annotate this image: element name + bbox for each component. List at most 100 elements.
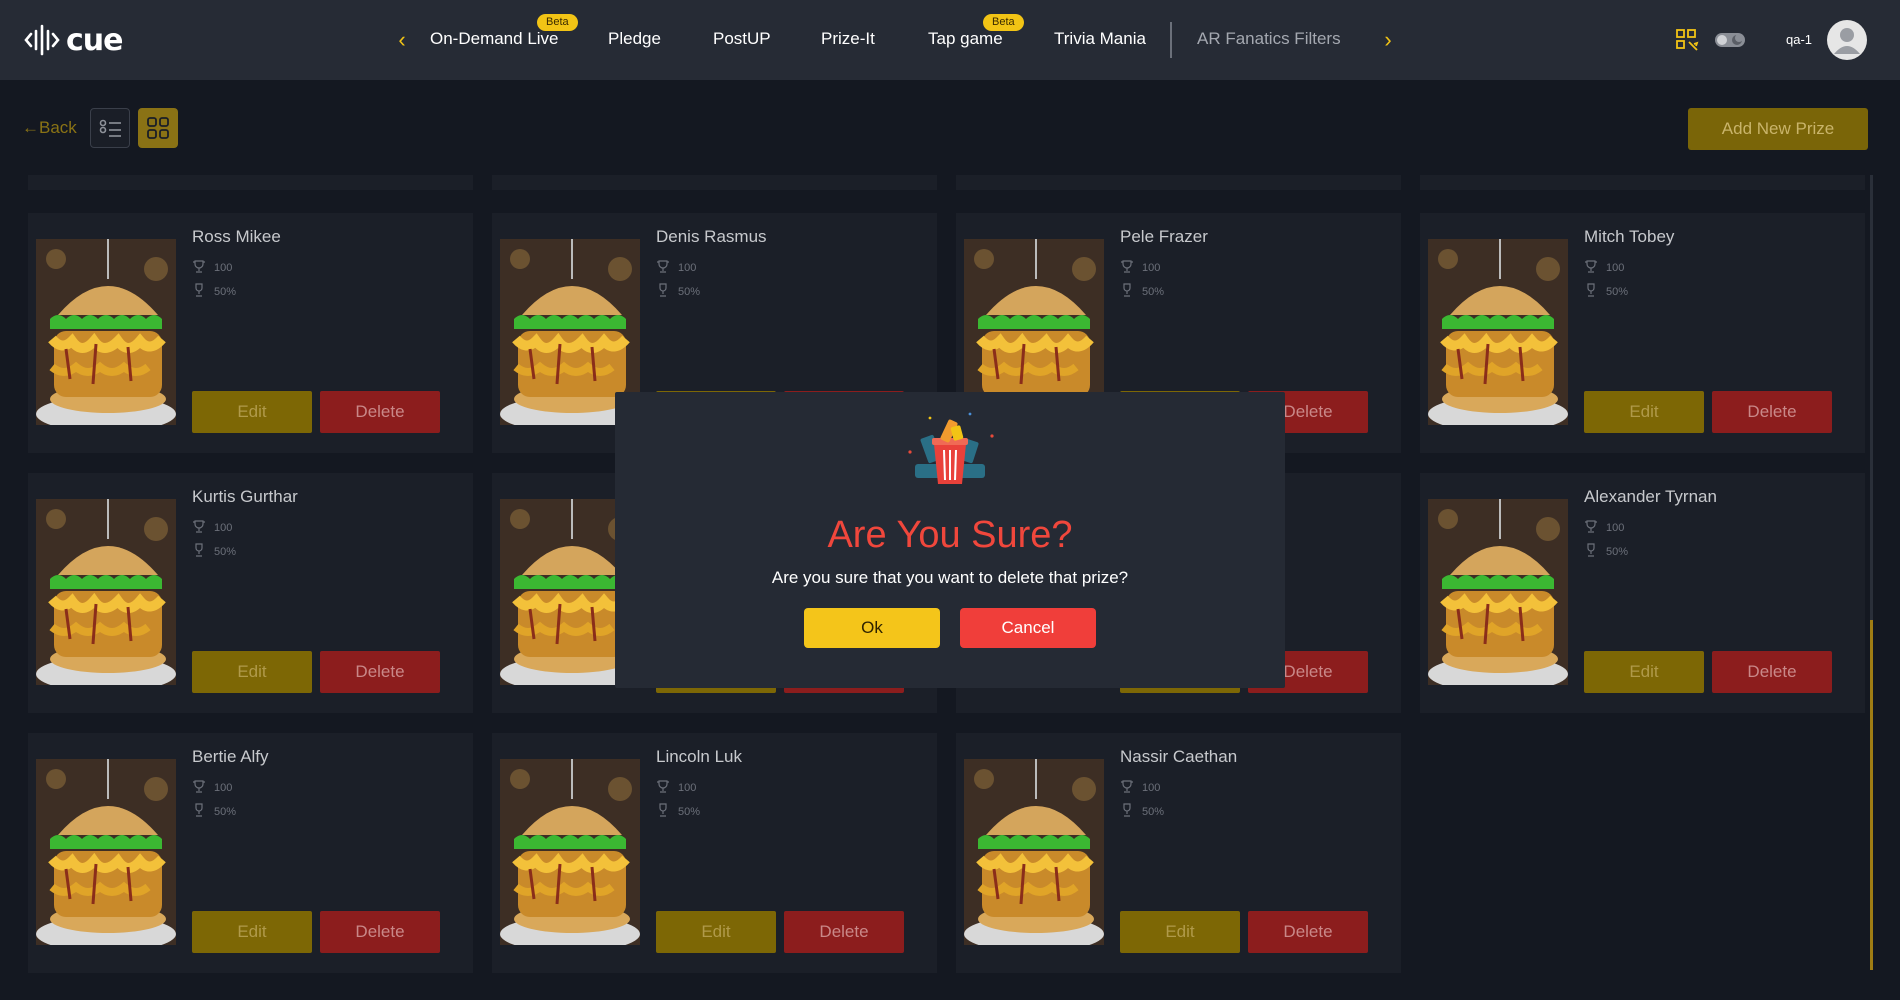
nav-tab-tap-game[interactable]: Tap game: [928, 29, 1003, 49]
logo-waveform-icon: [24, 24, 60, 56]
cancel-button[interactable]: Cancel: [960, 608, 1096, 648]
prize-points: 100: [656, 259, 696, 276]
delete-button[interactable]: Delete: [784, 911, 904, 953]
add-new-prize-button[interactable]: Add New Prize: [1688, 108, 1868, 150]
trophy-icon: [192, 543, 206, 560]
delete-button[interactable]: Delete: [320, 651, 440, 693]
scrollbar-thumb[interactable]: [1870, 620, 1873, 970]
theme-toggle-icon[interactable]: [1714, 28, 1746, 52]
nav-tab-on-demand-live[interactable]: On-Demand Live: [430, 29, 559, 49]
trophy-icon: [656, 283, 670, 300]
beta-badge: Beta: [537, 14, 578, 31]
prize-name: Kurtis Gurthar: [192, 487, 298, 506]
prize-percent: 50%: [1120, 283, 1164, 300]
user-name: qa-1: [1786, 32, 1813, 47]
prize-icon: [192, 259, 206, 276]
edit-button[interactable]: Edit: [192, 911, 312, 953]
prize-points-value: 100: [1606, 261, 1625, 274]
prize-image: [36, 499, 176, 685]
trophy-icon: [1120, 283, 1134, 300]
prize-icon: [1120, 259, 1134, 276]
delete-button[interactable]: Delete: [1248, 911, 1368, 953]
edit-button[interactable]: Edit: [1120, 911, 1240, 953]
prize-points: 100: [192, 519, 232, 536]
ok-button[interactable]: Ok: [804, 608, 940, 648]
cue-logo[interactable]: cue: [24, 22, 123, 58]
edit-button[interactable]: Edit: [656, 911, 776, 953]
prize-points-value: 100: [678, 781, 697, 794]
back-button[interactable]: ←Back: [22, 118, 77, 138]
chevron-right-icon[interactable]: ›: [1376, 28, 1400, 52]
prize-name: Pele Frazer: [1120, 227, 1208, 246]
user-avatar-icon[interactable]: [1827, 20, 1867, 60]
grid-view-toggle[interactable]: [138, 108, 178, 148]
edit-button[interactable]: Edit: [1584, 391, 1704, 433]
trash-bin-icon: [908, 412, 994, 484]
card-partial: [1420, 175, 1865, 190]
dialog-title: Are You Sure?: [827, 514, 1073, 556]
prize-points-value: 100: [1142, 261, 1161, 274]
prize-percent: 50%: [1120, 803, 1164, 820]
prize-name: Lincoln Luk: [656, 747, 743, 766]
prize-image: [36, 239, 176, 425]
top-navigation-bar: cue ‹ On-Demand Live Beta Pledge PostUP …: [0, 0, 1900, 80]
nav-tab-postup[interactable]: PostUP: [713, 29, 771, 49]
prize-name: Ross Mikee: [192, 227, 281, 246]
edit-button[interactable]: Edit: [192, 391, 312, 433]
scrollbar[interactable]: [1870, 175, 1873, 970]
trophy-icon: [1584, 283, 1598, 300]
prize-image: [36, 759, 176, 945]
prize-percent: 50%: [192, 803, 236, 820]
prize-percent-value: 50%: [1606, 545, 1629, 558]
prize-percent-value: 50%: [214, 545, 237, 558]
prize-points: 100: [1120, 259, 1160, 276]
edit-button[interactable]: Edit: [192, 651, 312, 693]
prize-percent: 50%: [656, 803, 700, 820]
prize-image: [1428, 499, 1568, 685]
prize-image: [1428, 239, 1568, 425]
prize-image: [964, 759, 1104, 945]
edit-button[interactable]: Edit: [1584, 651, 1704, 693]
prize-points-value: 100: [214, 261, 233, 274]
card-partial: [28, 175, 473, 190]
prize-points-value: 100: [214, 781, 233, 794]
grid-view-icon: [147, 117, 169, 139]
prize-image: [500, 759, 640, 945]
trophy-icon: [192, 803, 206, 820]
prize-card: Nassir Caethan 100 50% Edit Delete: [956, 733, 1401, 973]
trophy-icon: [192, 283, 206, 300]
beta-badge: Beta: [983, 14, 1024, 31]
prize-percent-value: 50%: [1142, 805, 1165, 818]
prize-name: Mitch Tobey: [1584, 227, 1675, 246]
nav-tab-trivia-mania[interactable]: Trivia Mania: [1054, 29, 1146, 49]
prize-points: 100: [656, 779, 696, 796]
prize-points-value: 100: [678, 261, 697, 274]
prize-icon: [192, 779, 206, 796]
list-view-toggle[interactable]: [90, 108, 130, 148]
prize-percent-value: 50%: [1606, 285, 1629, 298]
prize-points: 100: [1584, 519, 1624, 536]
prize-points: 100: [1120, 779, 1160, 796]
chevron-left-icon[interactable]: ‹: [390, 28, 414, 52]
prize-name: Nassir Caethan: [1120, 747, 1238, 766]
prize-percent: 50%: [192, 283, 236, 300]
nav-tab-ar-fanatics-filters[interactable]: AR Fanatics Filters: [1197, 29, 1341, 49]
qr-code-icon[interactable]: [1675, 28, 1701, 52]
nav-tab-prize-it[interactable]: Prize-It: [821, 29, 875, 49]
delete-button[interactable]: Delete: [320, 391, 440, 433]
trophy-icon: [1120, 803, 1134, 820]
nav-tab-pledge[interactable]: Pledge: [608, 29, 661, 49]
logo-text: cue: [66, 22, 123, 58]
prize-percent: 50%: [1584, 543, 1628, 560]
delete-button[interactable]: Delete: [320, 911, 440, 953]
delete-button[interactable]: Delete: [1712, 651, 1832, 693]
prize-icon: [192, 519, 206, 536]
prize-points: 100: [1584, 259, 1624, 276]
prize-percent-value: 50%: [678, 805, 701, 818]
trophy-icon: [656, 803, 670, 820]
delete-button[interactable]: Delete: [1712, 391, 1832, 433]
prize-points-value: 100: [214, 521, 233, 534]
prize-icon: [656, 259, 670, 276]
nav-divider: [1170, 22, 1172, 58]
delete-confirm-dialog: Are You Sure? Are you sure that you want…: [615, 392, 1285, 688]
